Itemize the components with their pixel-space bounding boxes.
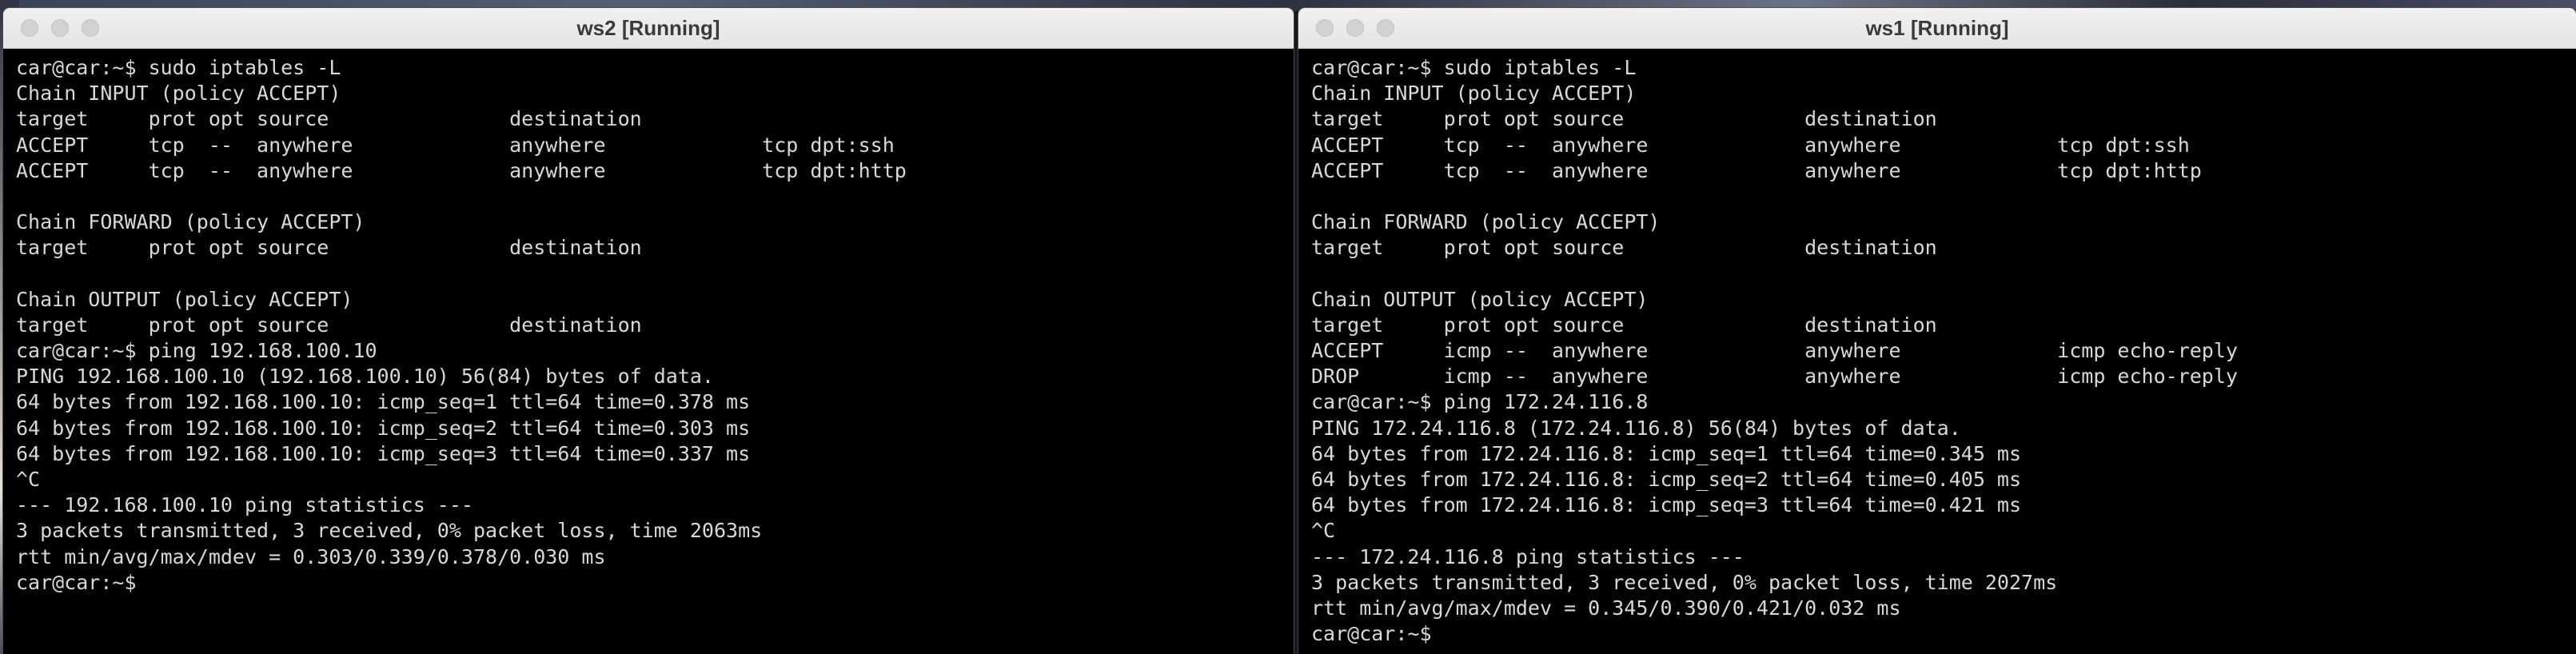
window-controls-ws2 <box>3 19 99 37</box>
window-title-ws1: ws1 [Running] <box>1865 16 2009 40</box>
terminal-line: Chain INPUT (policy ACCEPT) <box>16 82 341 106</box>
terminal-ws1[interactable]: car@car:~$ sudo iptables -L Chain INPUT (… <box>1298 49 2576 654</box>
title-bar-ws2[interactable]: ws2 [Running] <box>3 8 1294 49</box>
terminal-line: car@car:~$ sudo iptables -L <box>16 56 341 79</box>
terminal-line: 64 bytes from 172.24.116.8: icmp_seq=1 t… <box>1311 441 2022 465</box>
close-button-icon[interactable] <box>21 19 38 37</box>
terminal-line: target prot opt source destination <box>1311 313 1937 337</box>
terminal-line: rtt min/avg/max/mdev = 0.345/0.390/0.421… <box>1311 596 1901 620</box>
title-bar-ws1[interactable]: ws1 [Running] <box>1298 8 2576 49</box>
terminal-line: target prot opt source destination <box>1311 236 1937 260</box>
terminal-line: PING 172.24.116.8 (172.24.116.8) 56(84) … <box>1311 416 1961 440</box>
terminal-line: ^C <box>16 468 41 491</box>
terminal-line: car@car:~$ <box>1311 622 1444 646</box>
terminal-line: --- 192.168.100.10 ping statistics --- <box>16 493 473 517</box>
zoom-button-icon[interactable] <box>1377 19 1394 37</box>
terminal-line: ACCEPT icmp -- anywhere anywhere icmp ec… <box>1311 339 2238 363</box>
terminal-line: ACCEPT tcp -- anywhere anywhere tcp dpt:… <box>1311 158 2202 182</box>
close-button-icon[interactable] <box>1316 19 1334 37</box>
terminal-line: target prot opt source destination <box>16 107 642 131</box>
terminal-line: PING 192.168.100.10 (192.168.100.10) 56(… <box>16 365 714 389</box>
terminal-line: target prot opt source destination <box>16 236 642 260</box>
terminal-line: --- 172.24.116.8 ping statistics --- <box>1311 544 1745 568</box>
terminal-line: ^C <box>1311 519 1336 543</box>
minimize-button-icon[interactable] <box>1346 19 1364 37</box>
terminal-line: DROP icmp -- anywhere anywhere icmp echo… <box>1311 365 2238 389</box>
terminal-line: 64 bytes from 192.168.100.10: icmp_seq=1… <box>16 390 751 414</box>
terminal-line: 3 packets transmitted, 3 received, 0% pa… <box>1311 570 2058 594</box>
terminal-line: rtt min/avg/max/mdev = 0.303/0.339/0.378… <box>16 544 606 568</box>
terminal-line: 3 packets transmitted, 3 received, 0% pa… <box>16 519 763 543</box>
window-title-ws2: ws2 [Running] <box>576 16 720 40</box>
terminal-line: Chain FORWARD (policy ACCEPT) <box>1311 210 1661 234</box>
terminal-line: target prot opt source destination <box>1311 107 1937 131</box>
desktop: ws2 [Running] car@car:~$ sudo iptables -… <box>0 0 2576 654</box>
terminal-line: car@car:~$ <box>16 570 149 594</box>
terminal-line: ACCEPT tcp -- anywhere anywhere tcp dpt:… <box>1311 133 2190 157</box>
terminal-line: Chain FORWARD (policy ACCEPT) <box>16 210 365 234</box>
terminal-line: Chain INPUT (policy ACCEPT) <box>1311 82 1637 106</box>
minimize-button-icon[interactable] <box>51 19 69 37</box>
terminal-ws2[interactable]: car@car:~$ sudo iptables -L Chain INPUT (… <box>3 49 1294 654</box>
vm-window-ws1[interactable]: ws1 [Running] car@car:~$ sudo iptables -… <box>1298 8 2576 654</box>
terminal-line: target prot opt source destination <box>16 313 642 337</box>
terminal-line: Chain OUTPUT (policy ACCEPT) <box>1311 287 1649 311</box>
terminal-line: car@car:~$ sudo iptables -L <box>1311 56 1637 79</box>
terminal-line: ACCEPT tcp -- anywhere anywhere tcp dpt:… <box>16 158 907 182</box>
terminal-line: 64 bytes from 172.24.116.8: icmp_seq=2 t… <box>1311 468 2022 491</box>
terminal-line: 64 bytes from 172.24.116.8: icmp_seq=3 t… <box>1311 493 2022 517</box>
terminal-line: 64 bytes from 192.168.100.10: icmp_seq=3… <box>16 441 751 465</box>
terminal-line: Chain OUTPUT (policy ACCEPT) <box>16 287 353 311</box>
vm-window-ws2[interactable]: ws2 [Running] car@car:~$ sudo iptables -… <box>3 8 1294 654</box>
terminal-line: ACCEPT tcp -- anywhere anywhere tcp dpt:… <box>16 133 895 157</box>
window-controls-ws1 <box>1298 19 1394 37</box>
terminal-line: car@car:~$ ping 172.24.116.8 <box>1311 390 1649 414</box>
zoom-button-icon[interactable] <box>82 19 99 37</box>
terminal-line: 64 bytes from 192.168.100.10: icmp_seq=2… <box>16 416 751 440</box>
terminal-line: car@car:~$ ping 192.168.100.10 <box>16 339 377 363</box>
